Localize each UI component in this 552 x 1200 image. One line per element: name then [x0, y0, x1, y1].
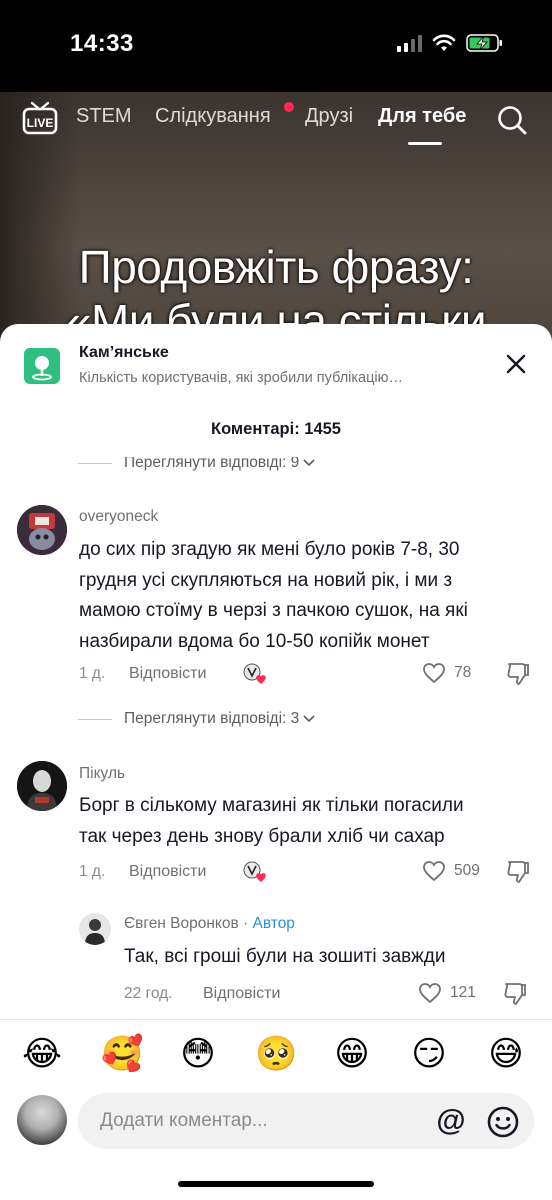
chevron-down-icon [303, 459, 315, 467]
battery-charging-icon [466, 34, 502, 52]
view-replies-label: Переглянути відповіді: 9 [124, 454, 300, 471]
emoji-button[interactable]: 🥰 [101, 1034, 143, 1074]
reply-button[interactable]: Відповісти [129, 665, 206, 683]
notification-dot [284, 102, 294, 112]
view-replies-button[interactable]: Переглянути відповіді: 3 [78, 708, 315, 730]
top-navigation: LIVE STEM Слідкування Друзі Для тебе [0, 92, 552, 152]
avatar[interactable] [17, 1095, 67, 1145]
comment-text-line: мамою стоїму в черзі з пачкою сушок, на … [79, 600, 468, 621]
comment-username[interactable]: Пікуль [79, 765, 125, 783]
creator-liked-icon [243, 663, 266, 684]
comment-input[interactable]: Додати коментар... @ [78, 1093, 534, 1149]
avatar[interactable] [17, 505, 67, 555]
tab-friends[interactable]: Друзі [305, 105, 353, 128]
video-caption-line-1: Продовжіть фразу: [78, 241, 474, 293]
live-icon[interactable]: LIVE [21, 100, 59, 136]
reply-time: 22 год. [124, 985, 173, 1002]
like-button[interactable]: 121 [418, 982, 476, 1004]
emoji-button[interactable]: 😁 [332, 1034, 372, 1074]
like-count: 509 [454, 862, 480, 879]
emoji-quick-bar: 😂 🥰 😳 🥺 😁 😏 😅 [0, 1030, 552, 1080]
heart-icon [423, 663, 445, 684]
reply-button[interactable]: Відповісти [129, 863, 206, 881]
comment-input-row: Додати коментар... @ [0, 1091, 552, 1153]
cellular-signal-icon [397, 34, 422, 52]
comment-time: 1 д. [79, 665, 106, 682]
status-time: 14:33 [70, 30, 134, 57]
emoji-button[interactable]: 😂 [22, 1034, 62, 1074]
reply-text: Так, всі гроші були на зошиті завжди [124, 946, 446, 967]
location-title[interactable]: Кам’янське [79, 344, 169, 362]
reply-username[interactable]: Євген Воронков [124, 915, 239, 932]
view-replies-label: Переглянути відповіді: 3 [124, 710, 300, 727]
comment-text-line: до сих пір згадую як мені було років 7-8… [79, 539, 460, 560]
mention-button[interactable]: @ [434, 1104, 468, 1138]
comment-text: Борг в сількому магазині як тільки погас… [79, 791, 464, 852]
divider [0, 1019, 552, 1020]
location-subtitle[interactable]: Кількість користувачів, які зробили публ… [79, 370, 403, 386]
comment-text-line: Борг в сількому магазині як тільки погас… [79, 795, 464, 816]
comment-time: 1 д. [79, 863, 106, 880]
status-icons [397, 33, 504, 53]
like-button[interactable]: 78 [422, 662, 471, 684]
wifi-icon [432, 34, 456, 51]
dislike-icon[interactable] [502, 981, 528, 1007]
comment-text: до сих пір згадую як мені було років 7-8… [79, 535, 468, 657]
dislike-icon[interactable] [505, 661, 531, 687]
replies-divider-line [78, 462, 112, 464]
creator-liked-icon [243, 861, 266, 882]
author-badge: Автор [252, 915, 295, 932]
comments-sheet: Кам’янське Кількість користувачів, які з… [0, 324, 552, 1200]
emoji-button[interactable]: 😏 [409, 1034, 449, 1074]
emoji-picker-icon[interactable] [486, 1105, 520, 1139]
video-background[interactable]: LIVE STEM Слідкування Друзі Для тебе Про… [0, 92, 552, 352]
like-count: 121 [450, 984, 476, 1001]
emoji-button[interactable]: 😳 [178, 1034, 218, 1074]
emoji-button[interactable]: 🥺 [255, 1034, 297, 1074]
comment-username[interactable]: overyoneck [79, 508, 158, 526]
reply-username-row: Євген Воронков · Автор [124, 915, 295, 933]
location-pin-icon [24, 348, 60, 384]
comment-input-placeholder: Додати коментар... [100, 1110, 268, 1131]
like-count: 78 [454, 664, 472, 681]
emoji-button[interactable]: 😅 [486, 1034, 526, 1074]
avatar[interactable] [17, 761, 67, 811]
tab-following[interactable]: Слідкування [155, 105, 271, 128]
comments-count: Коментарі: 1455 [211, 420, 341, 438]
chevron-down-icon [303, 715, 315, 723]
heart-icon [423, 861, 445, 882]
tab-stem[interactable]: STEM [76, 105, 132, 128]
like-button[interactable]: 509 [422, 860, 480, 882]
close-icon[interactable] [500, 348, 532, 380]
tab-for-you[interactable]: Для тебе [378, 105, 466, 128]
active-tab-indicator [408, 142, 442, 145]
svg-text:LIVE: LIVE [27, 116, 54, 130]
avatar[interactable] [79, 913, 111, 945]
search-icon[interactable] [496, 104, 528, 136]
replies-divider-line [78, 718, 112, 720]
status-bar: 14:33 [0, 0, 552, 92]
dislike-icon[interactable] [505, 859, 531, 885]
view-replies-button[interactable]: Переглянути відповіді: 9 [78, 454, 315, 474]
comment-text-line: грудня усі скупляються на новий рік, і м… [79, 569, 453, 591]
home-indicator [178, 1181, 374, 1187]
comment-text-line: назбирали вдома бо 10-50 копійк монет [79, 630, 430, 652]
username-separator: · [238, 915, 253, 932]
heart-icon [419, 983, 441, 1004]
comment-text-line: так через день знову брали хліб чи сахар [79, 825, 445, 847]
reply-button[interactable]: Відповісти [203, 985, 280, 1003]
